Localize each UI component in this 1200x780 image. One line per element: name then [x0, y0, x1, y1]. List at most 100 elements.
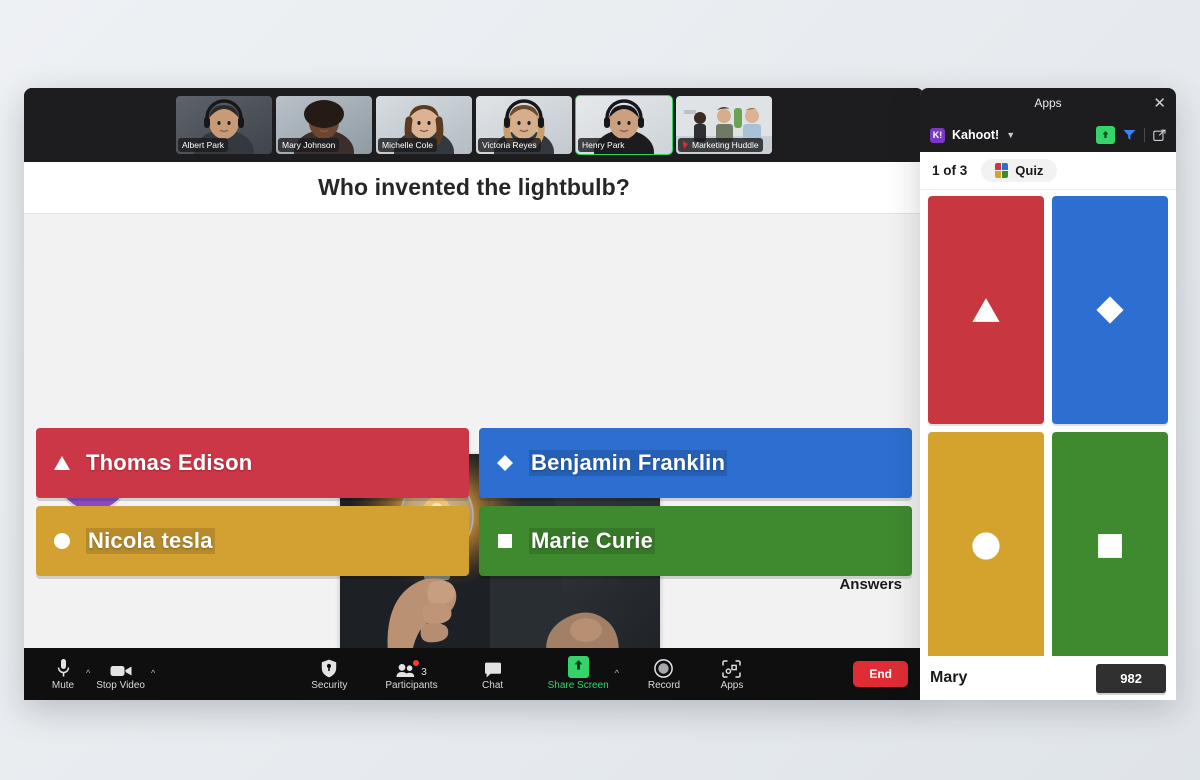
quiz-status-strip: 1 of 3 Quiz [920, 152, 1176, 190]
apps-panel-header: Apps ✕ [920, 88, 1176, 118]
zoom-toolbar: Mute ^ Stop Video ^ Security 3 Participa… [24, 648, 924, 700]
answer-option[interactable]: Marie Curie [479, 506, 912, 576]
shield-icon [321, 658, 337, 678]
close-icon[interactable]: ✕ [1153, 94, 1166, 112]
screen-share-icon[interactable] [1096, 126, 1115, 144]
answers-count-label: Answers [839, 576, 902, 593]
participant-name: Mary Johnson [282, 140, 336, 150]
circle-icon [972, 532, 1000, 560]
kahoot-logo-icon: K! [930, 127, 945, 143]
answer-option[interactable]: Benjamin Franklin [479, 428, 912, 498]
leader-name: Mary [930, 669, 968, 686]
answer-shape-tile[interactable] [928, 196, 1044, 424]
participant-count: 3 [421, 666, 427, 678]
chevron-up-icon[interactable]: ^ [151, 668, 155, 678]
answer-option-label: Benjamin Franklin [529, 450, 728, 476]
participant-name: Michelle Cole [382, 140, 434, 150]
apps-panel-title: Apps [1034, 96, 1062, 110]
video-camera-icon [110, 658, 132, 678]
participant-name-badge: Marketing Huddle [678, 138, 763, 152]
leader-score: 982 [1096, 663, 1166, 693]
toolbar-item-label: Apps [720, 679, 744, 691]
triangle-icon [54, 456, 70, 470]
toolbar-item-record[interactable]: Record [641, 658, 687, 691]
chat-bubble-icon [484, 662, 501, 677]
participant-name-badge: Albert Park [178, 138, 229, 152]
divider [1144, 128, 1145, 142]
diamond-icon [497, 455, 513, 471]
people-icon: 3 [396, 658, 427, 678]
square-icon [498, 534, 512, 548]
participant-tile[interactable]: Michelle Cole [376, 96, 472, 154]
answer-shape-tiles [920, 190, 1176, 660]
participant-name: Victoria Reyes [482, 140, 537, 150]
participant-name: Henry Park [582, 140, 625, 150]
toolbar-item-label: Participants [385, 679, 438, 691]
toolbar-item-label: Share Screen [547, 679, 609, 691]
share-screen-icon [567, 655, 589, 678]
end-meeting-button[interactable]: End [853, 661, 908, 687]
square-icon [1098, 534, 1122, 558]
apps-side-panel: Apps ✕ K! Kahoot! ▼ 1 of 3 Quiz Mary 982 [920, 88, 1176, 700]
shield-icon [322, 659, 337, 677]
external-link-icon[interactable] [1153, 129, 1166, 142]
participant-tile[interactable]: Albert Park [176, 96, 272, 154]
shared-screen-kahoot: Who invented the lightbulb? 3 [24, 162, 924, 700]
apps-icon [722, 658, 742, 678]
participant-tile[interactable]: Marketing Huddle [676, 96, 772, 154]
chevron-up-icon[interactable]: ^ [615, 668, 619, 678]
participant-name-badge: Mary Johnson [278, 138, 340, 152]
apps-icon [722, 659, 742, 678]
participant-name-badge: Victoria Reyes [478, 138, 541, 152]
triangle-icon [972, 298, 1000, 322]
answer-shape-tile[interactable] [1052, 196, 1168, 424]
answer-option-label: Thomas Edison [86, 450, 253, 475]
participant-name: Albert Park [182, 140, 225, 150]
chevron-down-icon[interactable]: ▼ [1006, 130, 1015, 140]
toolbar-item-mute[interactable]: Mute [40, 658, 86, 691]
circle-icon [54, 533, 70, 549]
toolbar-item-label: Stop Video [96, 679, 145, 691]
answer-options: Thomas Edison Benjamin Franklin Nicola tes… [24, 428, 924, 576]
participant-tile[interactable]: Victoria Reyes [476, 96, 572, 154]
toolbar-item-security[interactable]: Security [305, 658, 353, 691]
toolbar-item-apps[interactable]: Apps [709, 658, 755, 691]
diamond-icon [1096, 296, 1124, 324]
toolbar-item-participants[interactable]: 3 Participants [379, 658, 443, 691]
participant-tile[interactable]: Henry Park [575, 95, 673, 155]
participant-filmstrip: Albert Park Mary Johnson Michelle Cole V… [24, 88, 924, 162]
quiz-mode-label: Quiz [1015, 163, 1044, 178]
app-name: Kahoot! [952, 128, 1000, 142]
toolbar-item-label: Chat [482, 679, 504, 691]
toolbar-item-label: Mute [51, 679, 75, 691]
question-body: 3 [24, 214, 924, 662]
question-banner: Who invented the lightbulb? [24, 162, 924, 214]
toolbar-item-stop-video[interactable]: Stop Video [90, 658, 151, 691]
room-indicator-icon [683, 141, 688, 149]
question-text: Who invented the lightbulb? [318, 174, 630, 200]
microphone-icon [56, 658, 71, 678]
participant-name: Marketing Huddle [692, 140, 759, 150]
answer-shape-tile[interactable] [928, 432, 1044, 660]
app-selector-bar: K! Kahoot! ▼ [920, 118, 1176, 152]
answer-shape-tile[interactable] [1052, 432, 1168, 660]
quiz-grid-icon [995, 163, 1009, 178]
participant-tile[interactable]: Mary Johnson [276, 96, 372, 154]
send-icon[interactable] [1123, 129, 1136, 141]
toolbar-item-chat[interactable]: Chat [470, 658, 516, 691]
chat-bubble-icon [484, 658, 502, 678]
answer-option-label: Nicola tesla [86, 528, 215, 554]
toolbar-item-share-screen[interactable]: Share Screen [542, 655, 615, 691]
record-icon [654, 658, 674, 678]
screen: Albert Park Mary Johnson Michelle Cole V… [0, 0, 1200, 780]
participant-name-badge: Henry Park [578, 138, 629, 152]
microphone-icon [57, 658, 69, 676]
answer-option[interactable]: Thomas Edison [36, 428, 469, 498]
toolbar-item-label: Security [311, 679, 348, 691]
toolbar-item-label: Record [647, 679, 681, 691]
record-icon [654, 658, 674, 678]
answer-option[interactable]: Nicola tesla [36, 506, 469, 576]
panel-progress: 1 of 3 [932, 163, 968, 178]
quiz-mode-chip: Quiz [981, 159, 1058, 182]
answer-option-label: Marie Curie [529, 528, 656, 554]
